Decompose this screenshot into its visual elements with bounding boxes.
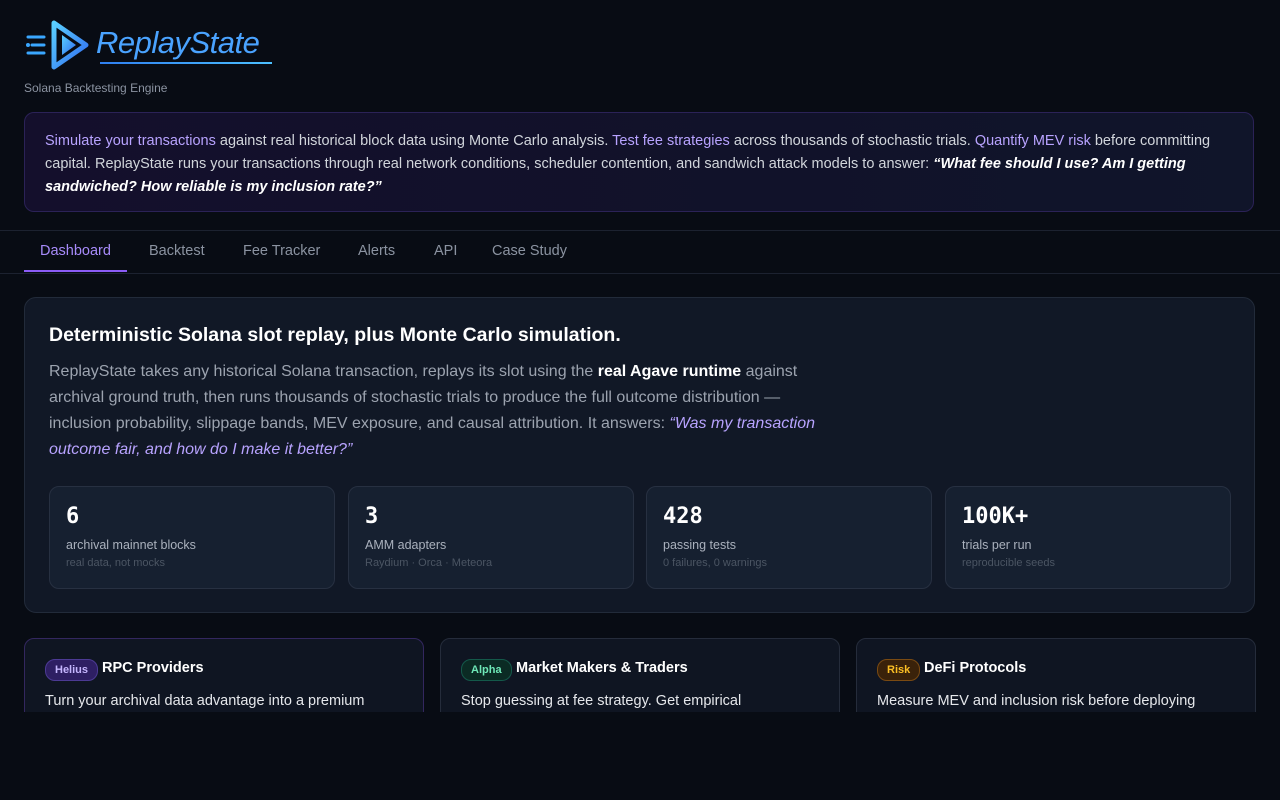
stat-subtext: Raydium · Orca · Meteora: [365, 557, 493, 569]
viewport-fold: [0, 712, 1280, 800]
stat-value: 3: [365, 504, 379, 529]
hero-text: ReplayState takes any historical Solana …: [49, 363, 598, 380]
badge-helius: Helius: [45, 659, 99, 681]
hero-description: ReplayState takes any historical Solana …: [49, 359, 829, 463]
stat-value: 428: [663, 504, 703, 529]
tagline: Solana Backtesting Engine: [24, 81, 168, 95]
tab-fee-tracker[interactable]: Fee Tracker: [227, 231, 336, 272]
stat-subtext: real data, not mocks: [66, 557, 166, 569]
card-description: Stop guessing at fee strategy. Get empir…: [461, 693, 742, 709]
card-description: Turn your archival data advantage into a…: [45, 693, 365, 709]
tab-dashboard[interactable]: Dashboard: [24, 231, 127, 272]
tab-backtest[interactable]: Backtest: [133, 231, 221, 272]
stat-subtext: 0 failures, 0 warnings: [663, 557, 767, 569]
stat-card: 6 archival mainnet blocks real data, not…: [49, 486, 335, 589]
tab-api[interactable]: API: [418, 231, 473, 272]
brand-underline: [100, 62, 272, 64]
play-icon: [26, 20, 89, 70]
card-title: DeFi Protocols: [924, 660, 1027, 676]
stat-card: 3 AMM adapters Raydium · Orca · Meteora: [348, 486, 634, 589]
tab-alerts[interactable]: Alerts: [342, 231, 411, 272]
logo[interactable]: ReplayState: [24, 16, 260, 74]
stat-card: 428 passing tests 0 failures, 0 warnings: [646, 486, 932, 589]
intro-highlight-fees: Test fee strategies: [612, 133, 730, 149]
stat-label: trials per run: [962, 538, 1032, 552]
stat-label: archival mainnet blocks: [66, 538, 196, 552]
hero-strong: real Agave runtime: [597, 363, 742, 380]
card-title: Market Makers & Traders: [516, 660, 688, 676]
badge-alpha: Alpha: [461, 659, 512, 681]
intro-banner: Simulate your transactions against real …: [24, 112, 1254, 212]
stat-label: AMM adapters: [365, 538, 447, 552]
brand-name: ReplayState: [96, 25, 260, 60]
stat-value: 100K+: [962, 504, 1029, 529]
badge-risk: Risk: [877, 659, 921, 681]
stat-value: 6: [66, 504, 80, 529]
intro-highlight-simulate: Simulate your transactions: [45, 133, 216, 149]
tab-case-study[interactable]: Case Study: [476, 231, 583, 272]
stat-card: 100K+ trials per run reproducible seeds: [945, 486, 1231, 589]
hero-title: Deterministic Solana slot replay, plus M…: [49, 324, 621, 346]
stat-label: passing tests: [663, 538, 736, 552]
hero-panel: Deterministic Solana slot replay, plus M…: [24, 297, 1255, 613]
card-description: Measure MEV and inclusion risk before de…: [877, 693, 1196, 709]
intro-text: across thousands of stochastic trials.: [729, 133, 975, 149]
header: ReplayState: [24, 16, 272, 74]
stat-subtext: reproducible seeds: [962, 557, 1055, 569]
card-title: RPC Providers: [102, 660, 204, 676]
intro-text: against real historical block data using…: [215, 133, 613, 149]
intro-highlight-mev: Quantify MEV risk: [974, 133, 1091, 149]
tab-bar: Dashboard Backtest Fee Tracker Alerts AP…: [0, 230, 1280, 274]
